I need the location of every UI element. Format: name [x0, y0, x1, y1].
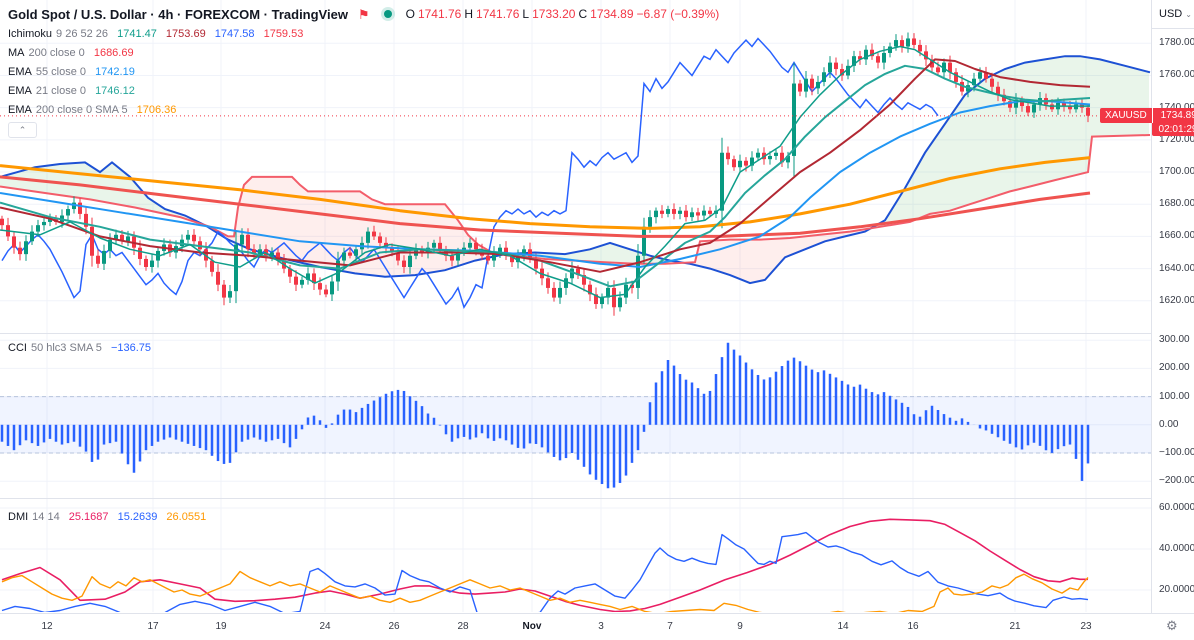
price-axis-label: 1680.00	[1159, 198, 1194, 210]
dmi-adx-value: 25.1687	[68, 511, 109, 523]
indicator-params: 200 close 0 SMA 5	[35, 103, 128, 116]
currency-selector[interactable]: USD ⌄	[1152, 0, 1194, 29]
dmi-line-di	[1, 531, 1089, 612]
time-axis-label: 12	[41, 621, 53, 632]
price-axis[interactable]: USD ⌄ 1780.001760.001740.001720.001700.0…	[1151, 0, 1194, 613]
cci-value: −136.75	[110, 342, 152, 354]
cci-axis-label: 0.00	[1159, 418, 1179, 430]
indicator-name: EMA	[8, 65, 32, 78]
ma200-value: 1686.69	[93, 46, 134, 59]
ichimoku-base-value: 1753.69	[165, 27, 206, 40]
indicator-row-ma200[interactable]: MA 200 close 0 1686.69	[8, 43, 719, 62]
time-axis-label: 3	[598, 621, 604, 632]
indicator-name: Ichimoku	[8, 27, 53, 40]
symbol-header-row[interactable]: Gold Spot / U.S. Dollar · 4h · FOREXCOM …	[8, 4, 719, 24]
dmi-legend-row[interactable]: DMI 14 14 25.1687 15.2639 26.0551	[8, 511, 206, 523]
open-value: 1741.76	[417, 7, 462, 21]
high-value: 1741.76	[476, 7, 520, 21]
time-axis-label: 28	[457, 621, 469, 632]
change-value: −6.87 (−0.39%)	[636, 7, 720, 21]
cci-axis-label: −100.00	[1159, 447, 1194, 458]
ichimoku-lead-value: 1759.53	[263, 27, 304, 40]
time-axis-label: 16	[907, 621, 919, 632]
close-value: 1734.89	[590, 7, 634, 21]
bar-countdown: 02:01:29	[1152, 123, 1194, 136]
tradingview-chart-window: Gold Spot / U.S. Dollar · 4h · FOREXCOM …	[0, 0, 1194, 640]
time-axis-label: Nov	[522, 621, 542, 632]
chevron-down-icon: ⌄	[1185, 9, 1192, 19]
close-label: C	[578, 7, 588, 21]
dmi-axis-label: 60.0000	[1159, 502, 1194, 513]
open-label: O	[405, 7, 415, 21]
collapse-legend-button[interactable]: ⌃	[8, 122, 37, 138]
symbol-tag: XAUUSD	[1100, 108, 1152, 123]
dmi-axis-label: 40.0000	[1159, 543, 1194, 554]
time-axis-label: 17	[147, 621, 159, 632]
dmi-axis-label: 20.0000	[1159, 584, 1194, 595]
ichimoku-lagging-value: 1747.58	[214, 27, 255, 40]
time-axis-label: 24	[319, 621, 331, 632]
last-price-value: 1734.89	[1152, 108, 1194, 123]
cci-axis-label: 300.00	[1159, 334, 1190, 346]
time-axis-label: 19	[215, 621, 227, 632]
ichimoku-conversion-value: 1741.47	[117, 27, 157, 40]
ema21-value: 1746.12	[95, 84, 135, 97]
indicator-row-ema21[interactable]: EMA 21 close 0 1746.12	[8, 81, 719, 100]
cci-axis-label: −200.00	[1159, 475, 1194, 487]
time-axis-label: 23	[1080, 621, 1092, 632]
low-value: 1733.20	[532, 7, 576, 21]
indicator-params: 9 26 52 26	[56, 27, 109, 40]
ema55-value: 1742.19	[95, 65, 135, 78]
time-axis-label: 9	[737, 621, 743, 632]
ema200-value: 1706.36	[136, 103, 177, 116]
last-price-tag: XAUUSD 1734.89 02:01:29	[1100, 108, 1194, 136]
low-label: L	[522, 7, 530, 21]
indicator-params: 50 hlc3 SMA 5	[30, 342, 102, 354]
indicator-row-ema200[interactable]: EMA 200 close 0 SMA 5 1706.36	[8, 100, 719, 119]
price-axis-label: 1780.00	[1159, 37, 1194, 49]
indicator-row-ema55[interactable]: EMA 55 close 0 1742.19	[8, 62, 719, 81]
dmi-plus-di-value: 15.2639	[117, 511, 158, 523]
cci-axis-label: 100.00	[1159, 390, 1190, 402]
cci-legend-row[interactable]: CCI 50 hlc3 SMA 5 −136.75	[8, 342, 151, 354]
price-axis-label: 1620.00	[1159, 294, 1194, 306]
settings-gear-icon[interactable]: ⚙	[1166, 618, 1178, 634]
dmi-line-di	[1, 570, 1089, 612]
time-axis-label: 26	[388, 621, 400, 632]
high-label: H	[464, 7, 474, 21]
chevron-up-icon: ⌃	[18, 124, 27, 135]
price-axis-label: 1700.00	[1159, 166, 1194, 178]
indicator-name: EMA	[8, 103, 32, 116]
flag-icon[interactable]: ⚑	[358, 8, 370, 21]
indicator-params: 14 14	[32, 511, 60, 523]
dmi-minus-di-value: 26.0551	[166, 511, 207, 523]
currency-label: USD	[1159, 8, 1183, 20]
cci-pane	[0, 342, 1151, 489]
time-axis-label: 21	[1009, 621, 1021, 632]
indicator-row-ichimoku[interactable]: Ichimoku 9 26 52 26 1741.47 1753.69 1747.…	[8, 24, 719, 43]
ohlc-values: O 1741.76 H 1741.76 L 1733.20 C 1734.89 −6.8…	[406, 7, 720, 21]
time-axis-label: 14	[837, 621, 849, 632]
time-axis[interactable]: 12 17 19 24 26 28 Nov 3 7 9 14 16 21 23 ⚙	[0, 613, 1194, 640]
indicator-params: 55 close 0	[35, 65, 86, 78]
market-status-icon[interactable]	[383, 10, 392, 18]
indicator-params: 200 close 0	[28, 46, 85, 59]
price-axis-label: 1660.00	[1159, 230, 1194, 242]
dmi-pane	[1, 518, 1089, 612]
main-legend: Gold Spot / U.S. Dollar · 4h · FOREXCOM …	[8, 4, 719, 138]
price-axis-label: 1640.00	[1159, 262, 1194, 274]
indicator-params: 21 close 0	[35, 84, 86, 97]
indicator-name: EMA	[8, 84, 32, 97]
cci-axis-label: 200.00	[1159, 362, 1190, 374]
indicator-name: MA	[8, 46, 25, 59]
symbol-title: Gold Spot / U.S. Dollar · 4h · FOREXCOM …	[8, 6, 348, 22]
time-axis-label: 7	[667, 621, 673, 632]
price-axis-label: 1760.00	[1159, 69, 1194, 81]
indicator-name: CCI	[8, 342, 27, 354]
indicator-name: DMI	[8, 511, 29, 523]
